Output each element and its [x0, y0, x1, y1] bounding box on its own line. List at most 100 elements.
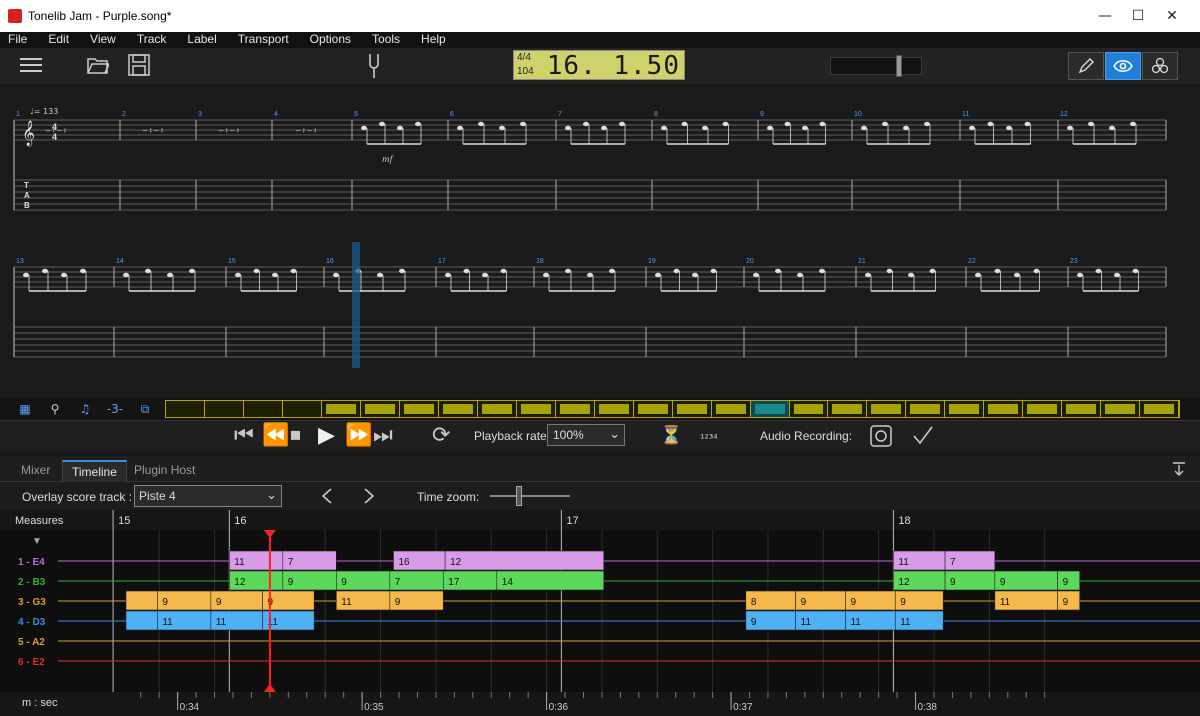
- overlay-label: Overlay score track :: [22, 490, 133, 504]
- menu-tools[interactable]: Tools: [372, 32, 400, 48]
- edit-mode-button[interactable]: [1068, 52, 1104, 80]
- notehead: [661, 125, 667, 131]
- pin-icon[interactable]: [1172, 462, 1186, 476]
- volume-slider-knob[interactable]: [895, 55, 902, 77]
- measure-cell[interactable]: [906, 401, 946, 417]
- notehead: [253, 268, 260, 274]
- hamburger-icon[interactable]: [20, 56, 42, 74]
- record-icon[interactable]: [870, 425, 892, 447]
- menu-track[interactable]: Track: [137, 32, 167, 48]
- time-tick-label: 0:35: [364, 702, 384, 713]
- measure-overview[interactable]: [165, 400, 1180, 418]
- chevron-left-icon[interactable]: [320, 487, 334, 505]
- skip-end-icon[interactable]: ⏭: [373, 424, 393, 448]
- triplet-icon[interactable]: -3-: [100, 400, 130, 418]
- view-mode-button[interactable]: [1105, 52, 1141, 80]
- measure-cell[interactable]: [439, 401, 478, 417]
- measure-cell[interactable]: [322, 401, 361, 417]
- measure-cell[interactable]: [1062, 401, 1102, 417]
- measure-cell[interactable]: [244, 401, 283, 417]
- measure-number: 20: [746, 258, 754, 265]
- mixer-mode-button[interactable]: [1142, 52, 1178, 80]
- measure-cell[interactable]: [595, 401, 634, 417]
- volume-slider[interactable]: [830, 55, 922, 77]
- rest: – 𝄽 – 𝄽: [143, 126, 164, 135]
- notehead: [924, 121, 930, 127]
- notehead: [975, 272, 981, 278]
- note-icon[interactable]: ♫: [70, 400, 100, 418]
- measure-cell[interactable]: [828, 401, 868, 417]
- fret-number: 9: [162, 597, 168, 608]
- time-zoom-slider[interactable]: [490, 486, 570, 506]
- notehead: [767, 125, 773, 131]
- menu-transport[interactable]: Transport: [238, 32, 289, 48]
- grid-icon[interactable]: ▦: [10, 400, 40, 418]
- play-icon[interactable]: ▶: [318, 424, 335, 448]
- measure-cell[interactable]: [634, 401, 673, 417]
- chevron-right-icon[interactable]: [362, 487, 376, 505]
- measure-cell[interactable]: [712, 401, 751, 417]
- count-in-icon[interactable]: ¹²³⁴: [700, 427, 718, 451]
- fret-number: 9: [950, 577, 956, 588]
- measure-cell[interactable]: [945, 401, 985, 417]
- score-view[interactable]: ♩= 133 𝄞 4 4 T A B 1 2 3 4 5 6 7 8 9 10 11 12– 𝄽 – 𝄽 – 𝄽 – …: [0, 84, 1200, 398]
- measure-number: 19: [648, 258, 656, 265]
- measure-number: 15: [228, 258, 236, 265]
- checkmark-icon[interactable]: [912, 425, 934, 447]
- notehead: [1114, 272, 1120, 278]
- measure-cell[interactable]: [673, 401, 712, 417]
- measure-cell[interactable]: [283, 401, 322, 417]
- close-button[interactable]: ✕: [1152, 4, 1192, 28]
- measure-label: 15: [118, 515, 130, 527]
- menu-help[interactable]: Help: [421, 32, 446, 48]
- string-label: 4 - D3: [18, 617, 46, 628]
- measure-cell[interactable]: [166, 401, 205, 417]
- metronome-icon[interactable]: ⏳: [660, 424, 682, 448]
- measure-cell[interactable]: [867, 401, 907, 417]
- tab-plugin-host[interactable]: Plugin Host: [125, 460, 204, 482]
- menu-options[interactable]: Options: [310, 32, 351, 48]
- measure-cell[interactable]: [984, 401, 1024, 417]
- tuning-fork-icon[interactable]: [367, 53, 381, 79]
- time-label: m : sec: [22, 697, 58, 709]
- search-icon[interactable]: ⚲: [40, 400, 70, 418]
- measure-cell[interactable]: [400, 401, 439, 417]
- notation-canvas[interactable]: ♩= 133𝄞 44TAB1 2 3 4 5 6 7 8 9 10 11 12– 𝄽 – 𝄽 – 𝄽 – …: [0, 84, 1200, 398]
- time-zoom-knob[interactable]: [515, 486, 522, 506]
- timeline-panel[interactable]: Measures 15 16 17 18 ▼ 1 - E4 2 - B3 3 - G3 4 - D…: [0, 510, 1200, 716]
- tab-mixer[interactable]: Mixer: [12, 460, 59, 482]
- playback-rate-select[interactable]: 100% ⌄: [547, 424, 625, 446]
- tab-clef-letter: B: [24, 201, 30, 210]
- timeline-canvas[interactable]: Measures 15 16 17 18 ▼ 1 - E4 2 - B3 3 - G3 4 - D…: [0, 510, 1200, 716]
- loop-icon[interactable]: ⧉: [130, 400, 160, 418]
- rewind-icon[interactable]: ⏪: [262, 424, 289, 448]
- menu-bar: File Edit View Track Label Transport Opt…: [0, 32, 1200, 48]
- menu-file[interactable]: File: [8, 32, 27, 48]
- measure-cell[interactable]: [750, 401, 790, 417]
- save-icon[interactable]: [128, 54, 150, 76]
- notehead: [1033, 268, 1040, 274]
- measure-cell[interactable]: [205, 401, 244, 417]
- measure-cell[interactable]: [478, 401, 517, 417]
- measure-cell[interactable]: [361, 401, 400, 417]
- measure-cell[interactable]: [556, 401, 595, 417]
- stop-icon[interactable]: ⏹: [290, 424, 301, 448]
- menu-label[interactable]: Label: [187, 32, 216, 48]
- measure-cell[interactable]: [1023, 401, 1063, 417]
- dynamic-mark: mf: [382, 155, 395, 164]
- open-folder-icon[interactable]: [87, 55, 109, 75]
- loop-toggle-icon[interactable]: ⟳: [432, 424, 450, 448]
- string-label: 1 - E4: [18, 557, 45, 568]
- overlay-track-select[interactable]: Piste 4 ⌄: [134, 485, 282, 507]
- tab-timeline[interactable]: Timeline: [62, 460, 127, 482]
- skip-start-icon[interactable]: ⏮: [234, 424, 254, 448]
- measure-cell[interactable]: [790, 401, 829, 417]
- notehead: [1132, 268, 1139, 274]
- measure-cell[interactable]: [1140, 401, 1180, 417]
- menu-edit[interactable]: Edit: [48, 32, 69, 48]
- menu-view[interactable]: View: [90, 32, 116, 48]
- notehead: [520, 121, 526, 127]
- measure-cell[interactable]: [517, 401, 556, 417]
- fast-forward-icon[interactable]: ⏩: [345, 424, 372, 448]
- measure-cell[interactable]: [1101, 401, 1141, 417]
